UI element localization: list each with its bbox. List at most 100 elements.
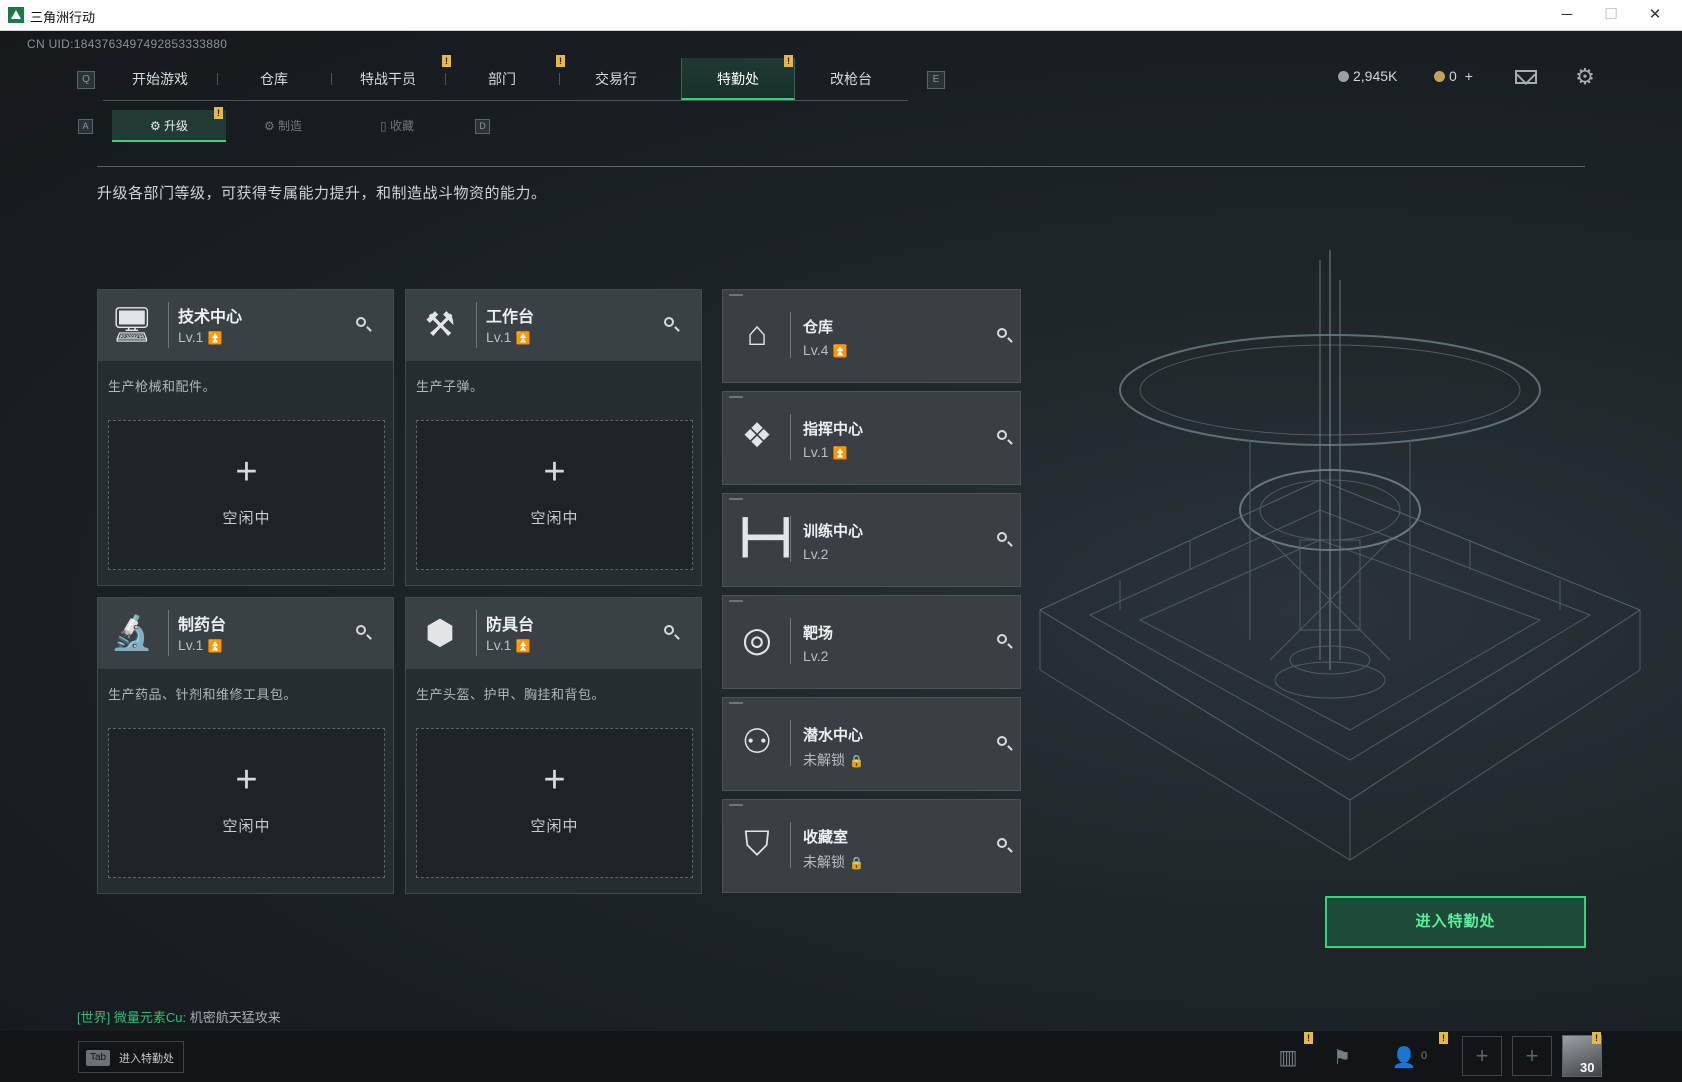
production-slot[interactable]: + 空闲中: [108, 420, 385, 570]
tab-warehouse[interactable]: 仓库: [217, 58, 331, 100]
search-icon[interactable]: [997, 838, 1013, 854]
upgrade-arrow-icon: ⏫: [207, 331, 223, 345]
app-logo-icon: [8, 7, 24, 23]
player-level: 30: [1580, 1060, 1595, 1075]
search-icon[interactable]: [997, 430, 1013, 446]
upgrade-arrow-icon: ⏫: [832, 446, 848, 460]
microscope-icon: 🔬: [110, 614, 154, 652]
upgrade-arrow-icon: ⏫: [515, 331, 531, 345]
nav-prev-key-hint[interactable]: Q: [77, 71, 95, 89]
subtab-collection[interactable]: ▯ 收藏: [340, 110, 454, 142]
warehouse-icon: ⌂: [746, 315, 768, 353]
subnav-prev-key-hint[interactable]: A: [78, 119, 93, 134]
close-button[interactable]: ✕: [1633, 3, 1677, 27]
lock-icon: 🔒: [849, 754, 864, 768]
subtab-craft[interactable]: ⚙ 制造: [226, 110, 340, 142]
diving-mask-icon: ⚇: [741, 723, 773, 761]
production-slot[interactable]: + 空闲中: [416, 728, 693, 878]
tab-start-game[interactable]: 开始游戏: [103, 58, 217, 100]
facility-level: Lv.1 ⏫: [178, 329, 223, 345]
friends-icon[interactable]: 👤: [1384, 1040, 1424, 1076]
world-chat[interactable]: [世界] 微量元素Cu: 机密航天猛攻来: [77, 1007, 281, 1026]
tab-special-ops[interactable]: 特勤处: [681, 58, 795, 100]
facility-card-command-center[interactable]: ❖ 指挥中心 Lv.1 ⏫: [722, 391, 1021, 485]
facility-level: Lv.4 ⏫: [803, 342, 848, 358]
add-slot-button[interactable]: +: [1462, 1036, 1502, 1076]
craft-gear-icon: ⚙: [263, 119, 279, 133]
base-wireframe-illustration: [1038, 250, 1642, 861]
minimize-button[interactable]: ─: [1545, 3, 1589, 27]
upgrade-arrow-icon: ⏫: [832, 344, 848, 358]
facility-name: 工作台: [486, 309, 535, 326]
upgrade-arrow-icon: ⏫: [207, 639, 223, 653]
silver-amount: 2,945K: [1353, 68, 1398, 84]
computer-icon: 🖥: [110, 306, 154, 344]
facility-card-workbench[interactable]: ⚒ 工作台 Lv.1 ⏫ 生产子弹。 + 空闲中: [405, 289, 702, 586]
enter-special-ops-button[interactable]: 进入特勤处: [1325, 896, 1586, 948]
subtab-upgrade[interactable]: ⚙ 升级: [112, 110, 226, 142]
slot-status: 空闲中: [530, 818, 579, 835]
facility-description: 生产药品、针剂和维修工具包。: [108, 687, 298, 702]
facility-card-shooting-range[interactable]: ◎ 靶场 Lv.2: [722, 595, 1021, 689]
search-icon[interactable]: [664, 317, 680, 333]
tab-department[interactable]: 部门: [445, 58, 559, 100]
facility-card-training-center[interactable]: ┣━┫ 训练中心 Lv.2: [722, 493, 1021, 587]
facility-name: 收藏室: [803, 829, 849, 846]
notification-badge: !: [442, 55, 451, 67]
dumbbell-icon: ┣━┫: [735, 519, 797, 557]
mail-icon[interactable]: [1515, 70, 1537, 84]
subnav-next-key-hint[interactable]: D: [475, 119, 490, 134]
maximize-button[interactable]: ☐: [1589, 3, 1633, 27]
search-icon[interactable]: [997, 328, 1013, 344]
facility-level: Lv.2: [803, 546, 829, 562]
add-currency-button[interactable]: +: [1465, 68, 1473, 84]
search-icon[interactable]: [356, 625, 372, 641]
gear-icon[interactable]: ⚙: [1574, 66, 1596, 88]
divider: [97, 166, 1585, 167]
facility-card-tech-center[interactable]: 🖥 技术中心 Lv.1 ⏫ 生产枪械和配件。 + 空闲中: [97, 289, 394, 586]
window-title-bar: 三角洲行动 ─ ☐ ✕: [0, 0, 1682, 31]
notification-badge: !: [1592, 1032, 1601, 1044]
facility-name: 技术中心: [178, 309, 243, 326]
tools-icon: ⚒: [424, 306, 456, 344]
facility-description: 生产子弹。: [416, 379, 484, 394]
facility-level: 未解锁 🔒: [803, 752, 864, 768]
facility-level: Lv.2: [803, 648, 829, 664]
add-slot-button[interactable]: +: [1512, 1036, 1552, 1076]
stats-chart-icon[interactable]: ▥: [1268, 1040, 1308, 1076]
gold-currency[interactable]: 0 +: [1434, 68, 1473, 84]
command-center-icon: ❖: [741, 417, 773, 455]
subtab-craft-label: 制造: [278, 119, 303, 133]
nav-next-key-hint[interactable]: E: [927, 71, 945, 89]
search-icon[interactable]: [997, 532, 1013, 548]
notification-badge: !: [784, 55, 793, 67]
search-icon[interactable]: [664, 625, 680, 641]
search-icon[interactable]: [997, 736, 1013, 752]
collection-icon: ▯: [380, 119, 390, 133]
tab-gunsmith[interactable]: 改枪台: [794, 58, 908, 100]
armor-boxes-icon: ⬢: [425, 614, 455, 652]
facility-card-collection-room[interactable]: ⛉ 收藏室 未解锁 🔒: [722, 799, 1021, 893]
silver-currency[interactable]: 2,945K: [1338, 68, 1397, 84]
facility-name: 防具台: [486, 617, 535, 634]
facility-level: Lv.1 ⏫: [803, 444, 848, 460]
tab-operators[interactable]: 特战干员: [331, 58, 445, 100]
facility-card-diving-center[interactable]: ⚇ 潜水中心 未解锁 🔒: [722, 697, 1021, 791]
notification-badge: !: [1439, 1032, 1448, 1044]
notification-badge: !: [556, 55, 565, 67]
facility-card-armor-bench[interactable]: ⬢ 防具台 Lv.1 ⏫ 生产头盔、护甲、胸挂和背包。 + 空闲中: [405, 597, 702, 894]
flag-icon[interactable]: ⚑: [1322, 1040, 1362, 1076]
search-icon[interactable]: [356, 317, 372, 333]
gold-coin-icon: [1434, 71, 1445, 82]
facility-card-warehouse[interactable]: ⌂ 仓库 Lv.4 ⏫: [722, 289, 1021, 383]
tab-trading[interactable]: 交易行: [559, 58, 673, 100]
notification-badge: !: [1304, 1032, 1313, 1044]
enter-special-ops-shortcut[interactable]: Tab 进入特勤处: [78, 1041, 184, 1073]
production-slot[interactable]: + 空闲中: [416, 420, 693, 570]
facility-card-pharmacy[interactable]: 🔬 制药台 Lv.1 ⏫ 生产药品、针剂和维修工具包。 + 空闲中: [97, 597, 394, 894]
production-slot[interactable]: + 空闲中: [108, 728, 385, 878]
shortcut-label: 进入特勤处: [119, 1053, 174, 1065]
chat-message: 机密航天猛攻来: [189, 1010, 281, 1025]
bottom-bar: [0, 1031, 1682, 1082]
search-icon[interactable]: [997, 634, 1013, 650]
